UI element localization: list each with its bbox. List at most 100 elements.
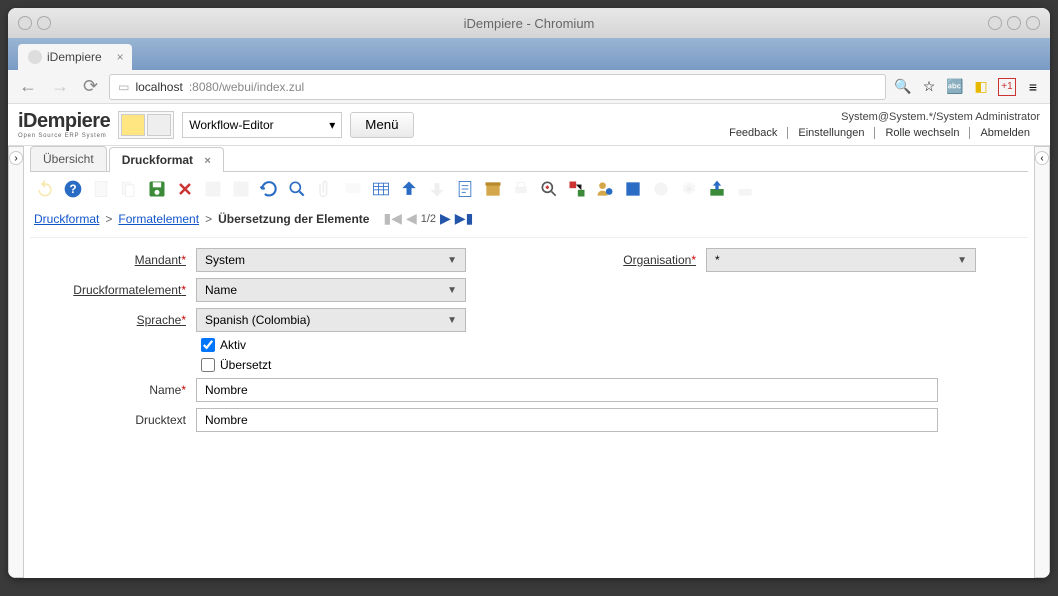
detail-record-icon[interactable] — [426, 178, 448, 200]
process-icon[interactable] — [650, 178, 672, 200]
export-icon[interactable] — [706, 178, 728, 200]
archive-icon[interactable] — [482, 178, 504, 200]
gplus-icon[interactable]: +1 — [998, 78, 1016, 96]
first-record-icon[interactable]: ▮◀ — [383, 210, 401, 227]
mandant-value: System — [205, 253, 245, 267]
chevron-down-icon: ▼ — [447, 285, 457, 296]
chevron-left-icon: ‹ — [1035, 151, 1049, 165]
mandant-label: Mandant* — [36, 253, 186, 267]
refresh-icon[interactable] — [258, 178, 280, 200]
search-icon[interactable] — [286, 178, 308, 200]
tab-overview[interactable]: Übersicht — [30, 146, 107, 171]
product-info-icon[interactable] — [622, 178, 644, 200]
undo-icon[interactable] — [34, 178, 56, 200]
tab-druckformat-label: Druckformat — [122, 153, 193, 167]
uebersetzt-label: Übersetzt — [220, 358, 271, 372]
app-menu-icon[interactable] — [18, 16, 32, 30]
window-pin-icon[interactable] — [37, 16, 51, 30]
next-record-icon[interactable]: ▶ — [440, 210, 451, 227]
chevron-right-icon: › — [9, 151, 23, 165]
browser-tab[interactable]: iDempiere × — [18, 44, 132, 70]
aktiv-label: Aktiv — [220, 338, 246, 352]
list-view-icon[interactable] — [147, 114, 171, 136]
new-record-icon[interactable] — [121, 114, 145, 136]
zoom-icon[interactable]: 🔍 — [894, 78, 912, 96]
crumb-formatelement[interactable]: Formatelement — [118, 212, 199, 226]
chevron-down-icon: ▾ — [329, 118, 335, 132]
new-icon[interactable] — [90, 178, 112, 200]
workflow-selector-label: Workflow-Editor — [189, 118, 273, 132]
left-panel-toggle[interactable]: › — [8, 146, 24, 578]
organisation-select[interactable]: *▼ — [706, 248, 976, 272]
druckformatelement-label: Druckformatelement* — [36, 283, 186, 297]
feedback-link[interactable]: Feedback — [719, 127, 788, 139]
logo-main: iDempiere — [18, 110, 110, 132]
record-pager: ▮◀ ◀ 1/2 ▶ ▶▮ — [383, 210, 473, 227]
svg-text:?: ? — [69, 183, 76, 196]
favicon-icon — [28, 50, 42, 64]
logout-link[interactable]: Abmelden — [970, 127, 1040, 139]
druckformatelement-select[interactable]: Name ▼ — [196, 278, 466, 302]
copy-icon[interactable] — [118, 178, 140, 200]
browser-tab-label: iDempiere — [47, 50, 102, 64]
address-input[interactable]: ▭ localhost:8080/webui/index.zul — [109, 74, 886, 100]
uebersetzt-checkbox[interactable] — [201, 358, 215, 372]
print-icon[interactable] — [510, 178, 532, 200]
sprache-label: Sprache* — [36, 313, 186, 327]
save-new-icon[interactable] — [202, 178, 224, 200]
sprache-select[interactable]: Spanish (Colombia)▼ — [196, 308, 466, 332]
translate-icon[interactable]: 🔤 — [946, 78, 964, 96]
menu-button[interactable]: Menü — [350, 112, 413, 138]
tab-druckformat[interactable]: Druckformat × — [109, 147, 224, 172]
druckformatelement-value: Name — [205, 283, 237, 297]
forward-icon[interactable]: → — [48, 76, 72, 97]
drucktext-input[interactable] — [196, 408, 938, 432]
gear-icon[interactable] — [678, 178, 700, 200]
right-panel-toggle[interactable]: ‹ — [1034, 146, 1050, 578]
grid-toggle-icon[interactable] — [370, 178, 392, 200]
crumb-sep: > — [105, 212, 112, 226]
import-icon[interactable] — [734, 178, 756, 200]
zoom-across-icon[interactable] — [538, 178, 560, 200]
requests-icon[interactable] — [594, 178, 616, 200]
save-icon[interactable] — [146, 178, 168, 200]
bookmark-icon[interactable]: ☆ — [920, 78, 938, 96]
parent-record-icon[interactable] — [398, 178, 420, 200]
back-icon[interactable]: ← — [16, 76, 40, 97]
report-icon[interactable] — [454, 178, 476, 200]
help-icon[interactable]: ? — [62, 178, 84, 200]
close-window-icon[interactable] — [1026, 16, 1040, 30]
menu-icon[interactable]: ≡ — [1024, 78, 1042, 96]
minimize-icon[interactable] — [988, 16, 1002, 30]
cancel-icon[interactable] — [230, 178, 252, 200]
name-input[interactable] — [196, 378, 938, 402]
extension-icon[interactable]: ◧ — [972, 78, 990, 96]
chevron-down-icon: ▼ — [957, 255, 967, 266]
last-record-icon[interactable]: ▶▮ — [455, 210, 473, 227]
workflow-selector[interactable]: Workflow-Editor ▾ — [182, 112, 342, 138]
change-role-link[interactable]: Rolle wechseln — [875, 127, 970, 139]
prev-record-icon[interactable]: ◀ — [406, 210, 417, 227]
close-tab-icon[interactable]: × — [117, 50, 124, 64]
action-toolbar: ? — [30, 172, 1028, 206]
url-path: :8080/webui/index.zul — [189, 80, 304, 94]
reload-icon[interactable]: ⟳ — [80, 76, 101, 97]
crumb-druckformat[interactable]: Druckformat — [34, 212, 99, 226]
workspace-tabs: Übersicht Druckformat × — [30, 146, 1028, 172]
chat-icon[interactable] — [342, 178, 364, 200]
top-links: Feedback Einstellungen Rolle wechseln Ab… — [719, 127, 1040, 139]
pager-position: 1/2 — [421, 213, 436, 225]
settings-link[interactable]: Einstellungen — [788, 127, 875, 139]
mandant-select[interactable]: System▼ — [196, 248, 466, 272]
aktiv-checkbox[interactable] — [201, 338, 215, 352]
form: Mandant* System▼ Organisation* *▼ Druckf… — [30, 238, 1028, 448]
active-workflow-icon[interactable] — [566, 178, 588, 200]
url-host: localhost — [135, 80, 182, 94]
sprache-value: Spanish (Colombia) — [205, 313, 310, 327]
maximize-icon[interactable] — [1007, 16, 1021, 30]
logo: iDempiere Open Source ERP System — [18, 110, 110, 139]
tab-overview-label: Übersicht — [43, 152, 94, 166]
delete-icon[interactable] — [174, 178, 196, 200]
attachment-icon[interactable] — [314, 178, 336, 200]
close-tab-icon[interactable]: × — [204, 155, 210, 167]
